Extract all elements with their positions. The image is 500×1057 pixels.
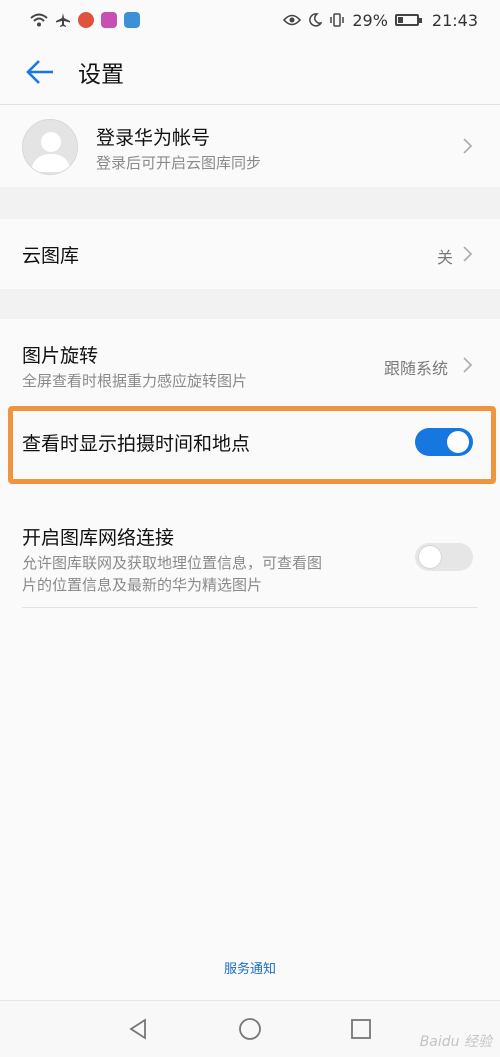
network-toggle[interactable] [415,543,473,571]
network-title: 开启图库网络连接 [22,527,175,549]
section-gap [0,187,500,219]
home-circle-icon [239,1018,261,1040]
chevron-right-icon [463,357,473,373]
do-not-disturb-icon [309,13,323,27]
app-notification-icon [78,12,94,28]
app-notification-icon [101,12,117,28]
nav-home-button[interactable] [236,1015,264,1043]
airplane-icon [56,13,70,27]
battery-fill [397,17,403,23]
back-triangle-icon [129,1018,146,1040]
navigation-bar: Baidu 经验 [0,1000,500,1057]
vibrate-icon [330,13,345,27]
cloud-gallery-title: 云图库 [22,245,80,267]
network-row: 开启图库网络连接 允许图库联网及获取地理位置信息，可查看图 片的位置信息及最新的… [0,505,500,609]
arrow-left-icon [26,60,53,84]
rotation-row[interactable]: 图片旋转 全屏查看时根据重力感应旋转图片 跟随系统 [0,319,500,405]
rotation-title: 图片旋转 [22,345,99,367]
battery-percent: 29% [352,10,388,30]
nav-back-button[interactable] [125,1015,153,1043]
account-subtitle: 登录后可开启云图库同步 [96,154,262,172]
app-notification-icon [124,12,140,28]
toggle-knob [419,546,441,568]
recents-square-icon [351,1019,371,1039]
back-button[interactable] [20,52,60,92]
page-title: 设置 [78,62,124,88]
cloud-gallery-row[interactable]: 云图库 关 [0,219,500,289]
nav-recents-button[interactable] [347,1015,375,1043]
battery-icon [394,14,422,26]
wifi-icon [30,13,48,27]
status-bar: 29% 21:43 [0,0,500,40]
network-subtitle-line2: 片的位置信息及最新的华为精选图片 [22,576,263,594]
row-divider [22,607,478,608]
service-notice-link[interactable]: 服务通知 [0,958,500,977]
account-title: 登录华为帐号 [96,127,211,149]
network-subtitle-line1: 允许图库联网及获取地理位置信息，可查看图 [22,554,323,572]
chevron-right-icon [463,246,473,262]
cloud-gallery-value: 关 [437,248,454,267]
account-row[interactable]: 登录华为帐号 登录后可开启云图库同步 [0,105,500,187]
section-gap [0,289,500,319]
highlight-frame [8,406,496,484]
status-left [30,12,140,28]
status-time: 21:43 [431,10,478,30]
app-header: 设置 [0,40,500,104]
rotation-subtitle: 全屏查看时根据重力感应旋转图片 [22,372,248,390]
eye-comfort-icon [283,14,302,26]
default-avatar-icon [22,119,78,175]
watermark: Baidu 经验 [419,1034,492,1050]
status-right: 29% 21:43 [283,11,478,30]
chevron-right-icon [463,138,473,154]
rotation-value: 跟随系统 [384,359,449,378]
